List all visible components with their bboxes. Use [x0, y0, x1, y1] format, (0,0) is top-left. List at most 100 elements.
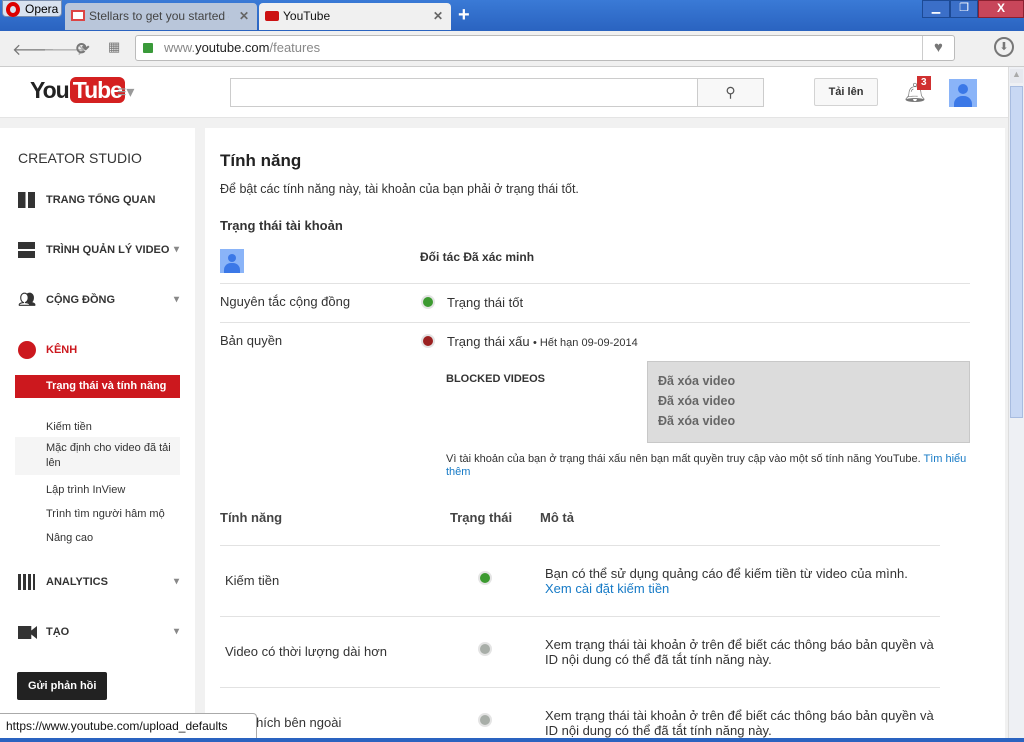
browser-titlebar: Opera Stellars to get you started - 1 ✕ Y… [0, 0, 1024, 31]
sidebar-subitem-upload-defaults[interactable]: Mặc định cho video đã tải lên [15, 437, 180, 475]
url-prefix: www. [164, 40, 196, 55]
blocked-videos-label: BLOCKED VIDEOS [446, 373, 546, 385]
search-icon: ⚲ [725, 84, 736, 100]
sidebar-subitem-fan-finder[interactable]: Trình tìm người hâm mộ [15, 503, 180, 526]
os-taskbar [0, 738, 1024, 742]
blocked-videos-list: Đã xóa video Đã xóa video Đã xóa video [647, 361, 970, 443]
sidebar-item-community[interactable]: 👥︎ CỘNG ĐỒNG ▾ [18, 290, 183, 310]
youtube-favicon-icon [265, 11, 279, 21]
copyright-label: Bản quyền [220, 333, 283, 348]
page-scrollbar[interactable]: ▲ [1008, 67, 1024, 738]
sidebar-title: CREATOR STUDIO [18, 150, 142, 166]
notification-count-badge: 3 [917, 76, 931, 90]
sidebar-subitem-advanced[interactable]: Nâng cao [15, 527, 180, 550]
scrollbar-thumb[interactable] [1010, 86, 1023, 418]
dashboard-icon [18, 192, 35, 208]
tab-gmail[interactable]: Stellars to get you started - 1 ✕ [65, 3, 257, 30]
create-camera-icon [18, 626, 37, 639]
gmail-icon [71, 10, 85, 21]
blocked-video-item: Đã xóa video [658, 414, 736, 428]
close-tab-icon[interactable]: ✕ [239, 3, 249, 29]
community-guidelines-label: Nguyên tắc cộng đồng [220, 294, 351, 309]
column-header-status: Trạng thái [450, 510, 513, 525]
close-window-icon[interactable]: X [978, 0, 1024, 18]
creator-studio-sidebar: CREATOR STUDIO TRANG TỔNG QUAN TRÌNH QUẢ… [0, 128, 195, 742]
channel-icon [18, 341, 36, 359]
good-status-dot-icon [421, 295, 435, 309]
sidebar-subitem-status-features[interactable]: Trạng thái và tính năng [15, 375, 180, 398]
page-title: Tính năng [220, 151, 302, 170]
bad-status-dot-icon [421, 334, 435, 348]
column-header-feature: Tính năng [220, 510, 283, 525]
sidebar-item-label: ANALYTICS [46, 576, 108, 588]
warning-text: Vì tài khoản của bạn ở trạng thái xấu nê… [446, 453, 924, 465]
video-manager-icon [18, 242, 35, 258]
url-domain: youtube.com [195, 40, 270, 55]
sidebar-item-label: CỘNG ĐỒNG [46, 294, 116, 306]
divider [220, 616, 940, 617]
send-feedback-button[interactable]: Gửi phản hồi [17, 672, 108, 700]
enabled-status-dot-icon [478, 571, 492, 585]
new-tab-icon[interactable]: + [458, 4, 470, 27]
sidebar-item-channel[interactable]: KÊNH [18, 340, 183, 360]
blocked-video-item: Đã xóa video [658, 394, 736, 408]
address-toolbar: 🡐 🡒 ⟳ ▦ www.youtube.com/features ♥ ⬇ [0, 31, 1024, 67]
blocked-video-item: Đã xóa video [658, 374, 736, 388]
sidebar-item-dashboard[interactable]: TRANG TỔNG QUAN [18, 190, 183, 210]
features-panel: Tính năng Để bật các tính năng này, tài … [205, 128, 1005, 742]
feature-name: Video có thời lượng dài hơn [225, 644, 387, 659]
analytics-icon [18, 574, 35, 590]
sidebar-item-label: KÊNH [46, 344, 78, 356]
opera-label: Opera [25, 2, 59, 16]
minimize-icon[interactable]: ▁ [922, 0, 950, 18]
tab-title: YouTube [283, 9, 331, 23]
url-path: /features [269, 40, 321, 55]
channel-avatar [220, 249, 244, 273]
monetization-settings-link[interactable]: Xem cài đặt kiếm tiền [545, 581, 945, 596]
opera-menu-button[interactable]: Opera [2, 0, 62, 17]
copyright-expiry: • Hết hạn 09-09-2014 [532, 337, 638, 349]
description-text: Bạn có thể sử dụng quảng cáo để kiếm tiề… [545, 566, 908, 581]
reload-icon[interactable]: ⟳ [76, 39, 89, 59]
url-bar[interactable]: www.youtube.com/features ♥ [135, 35, 955, 61]
lock-icon [143, 43, 153, 53]
guide-menu-icon[interactable]: ≡▾ [117, 82, 134, 102]
link-status-tooltip: https://www.youtube.com/upload_defaults [0, 713, 257, 739]
sidebar-item-create[interactable]: TẠO ▾ [18, 622, 183, 642]
account-avatar[interactable] [949, 79, 977, 107]
account-status-heading: Trạng thái tài khoản [220, 218, 343, 233]
youtube-header: You Tube ≡▾ ⚲ Tải lên 🔔︎ 3 [0, 67, 1008, 118]
sidebar-subitem-monetization[interactable]: Kiếm tiền [15, 416, 180, 439]
download-icon[interactable]: ⬇ [994, 37, 1014, 57]
page-subtitle: Để bật các tính năng này, tài khoản của … [220, 182, 579, 196]
chevron-down-icon[interactable]: ▾ [174, 290, 179, 310]
tab-youtube[interactable]: YouTube ✕ [259, 3, 451, 30]
scroll-up-icon[interactable]: ▲ [1010, 69, 1023, 83]
restore-icon[interactable]: ❐ [950, 0, 978, 18]
sidebar-item-label: TRANG TỔNG QUAN [46, 194, 156, 206]
sidebar-subitem-inview[interactable]: Lập trình InView [15, 479, 180, 502]
feature-name: Kiếm tiền [225, 573, 280, 588]
divider [220, 322, 970, 323]
search-button[interactable]: ⚲ [697, 78, 764, 107]
feature-description: Bạn có thể sử dụng quảng cáo để kiếm tiề… [545, 566, 945, 596]
partner-status: Đối tác Đã xác minh [420, 250, 535, 264]
youtube-logo[interactable]: You Tube [30, 77, 125, 104]
column-header-description: Mô tả [540, 510, 574, 525]
divider [220, 545, 940, 546]
community-status: Trạng thái tốt [447, 295, 524, 310]
disabled-status-dot-icon [478, 642, 492, 656]
chevron-down-icon[interactable]: ▾ [174, 622, 179, 642]
divider [220, 687, 940, 688]
feature-description: Xem trạng thái tài khoản ở trên để biết … [545, 637, 934, 667]
close-tab-icon[interactable]: ✕ [433, 3, 443, 29]
sidebar-item-analytics[interactable]: ANALYTICS ▾ [18, 572, 183, 592]
bookmark-heart-icon[interactable]: ♥ [922, 36, 954, 60]
search-input[interactable] [230, 78, 698, 107]
upload-button[interactable]: Tải lên [814, 78, 878, 106]
chevron-down-icon[interactable]: ▾ [174, 240, 179, 260]
sidebar-item-label: TẠO [46, 626, 70, 638]
sidebar-item-video-manager[interactable]: TRÌNH QUẢN LÝ VIDEO ▾ [18, 240, 183, 260]
speed-dial-icon[interactable]: ▦ [108, 39, 120, 55]
chevron-down-icon[interactable]: ▾ [174, 572, 179, 592]
